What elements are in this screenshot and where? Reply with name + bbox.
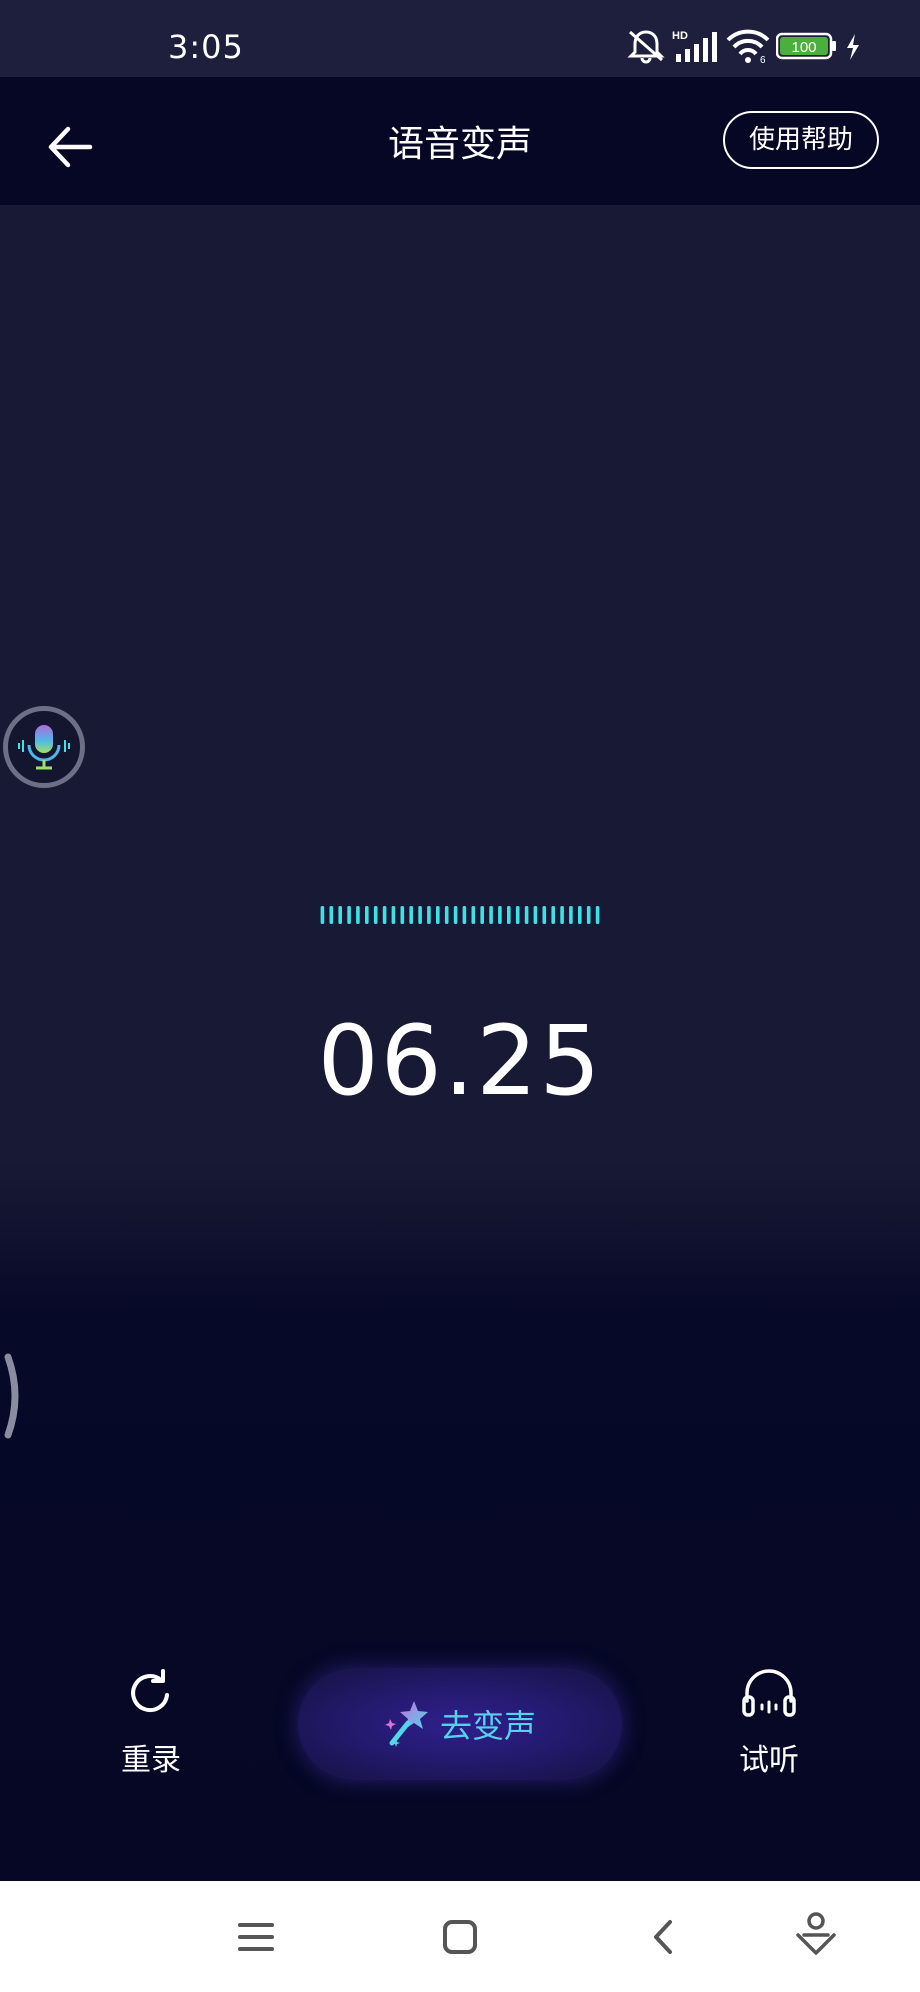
assistant-icon[interactable] xyxy=(794,1911,838,1961)
waveform-bar xyxy=(524,906,529,924)
waveform-bar xyxy=(356,906,360,924)
rerecord-label: 重录 xyxy=(121,1743,181,1778)
mute-icon xyxy=(627,30,665,64)
waveform-bar xyxy=(586,906,591,924)
headphones-icon xyxy=(742,1669,796,1717)
waveform-bar xyxy=(569,906,573,924)
listen-button[interactable]: 试听 xyxy=(718,1665,820,1785)
help-button[interactable]: 使用帮助 xyxy=(723,111,879,169)
edge-handle[interactable] xyxy=(0,1353,26,1439)
status-time: 3:05 xyxy=(168,28,244,66)
change-voice-button[interactable]: 去变声 xyxy=(298,1668,622,1780)
waveform-bar xyxy=(400,906,405,924)
waveform-bar xyxy=(365,906,369,924)
battery-icon: 100 xyxy=(776,32,836,60)
recording-timer: 06.25 xyxy=(317,1005,603,1117)
waveform-visualizer xyxy=(320,906,600,924)
microphone-icon xyxy=(18,725,70,770)
waveform-bar xyxy=(329,906,334,924)
hd-signal-icon: HD xyxy=(672,30,717,62)
waveform-bar xyxy=(382,906,387,924)
waveform-bar xyxy=(391,906,396,924)
waveform-bar xyxy=(489,906,493,924)
waveform-bar xyxy=(462,906,467,924)
waveform-bar xyxy=(480,906,484,924)
waveform-bar xyxy=(436,906,440,924)
waveform-bar xyxy=(533,906,538,924)
waveform-bar xyxy=(507,906,511,924)
back-icon[interactable] xyxy=(644,1917,684,1957)
change-voice-label: 去变声 xyxy=(439,1707,536,1745)
magic-wand-icon xyxy=(384,1701,428,1747)
waveform-bar xyxy=(471,906,476,924)
svg-text:HD: HD xyxy=(672,30,688,42)
waveform-bar xyxy=(320,906,325,924)
waveform-bar xyxy=(595,906,600,924)
waveform-bar xyxy=(444,906,449,924)
home-icon[interactable] xyxy=(440,1917,480,1957)
system-nav-bar xyxy=(0,1881,920,1992)
waveform-bar xyxy=(347,906,351,924)
charging-icon xyxy=(847,34,859,60)
waveform-bar xyxy=(578,906,582,924)
waveform-bar xyxy=(453,906,458,924)
waveform-bar xyxy=(427,906,431,924)
recorder-area: 06.25 xyxy=(0,205,920,1881)
svg-text:6: 6 xyxy=(760,55,766,64)
battery-level: 100 xyxy=(791,39,816,56)
wifi-icon: 6 xyxy=(726,29,770,64)
waveform-bar xyxy=(418,906,422,924)
waveform-bar xyxy=(338,906,342,924)
floating-mic-button[interactable] xyxy=(3,706,85,788)
status-icons: HD 6 100 xyxy=(626,28,876,68)
waveform-bar xyxy=(373,906,378,924)
status-bar: 3:05 HD 6 100 xyxy=(0,0,920,77)
menu-icon[interactable] xyxy=(236,1917,276,1957)
edge-handle-icon xyxy=(4,1353,19,1439)
listen-label: 试听 xyxy=(739,1743,799,1778)
waveform-bar xyxy=(560,906,564,924)
waveform-bar xyxy=(409,906,413,924)
rerecord-button[interactable]: 重录 xyxy=(100,1665,202,1785)
app-header: 语音变声 使用帮助 xyxy=(0,77,920,205)
refresh-icon xyxy=(131,1669,169,1712)
waveform-bar xyxy=(515,906,520,924)
waveform-bar xyxy=(542,906,547,924)
waveform-bar xyxy=(551,906,555,924)
waveform-bar xyxy=(498,906,502,924)
